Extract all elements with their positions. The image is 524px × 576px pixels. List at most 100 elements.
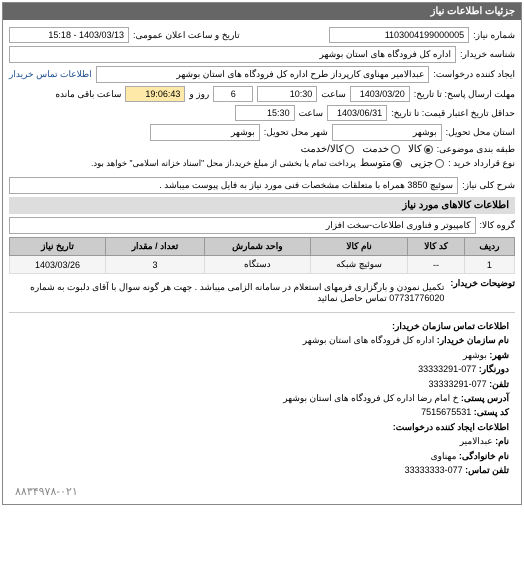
radio-partial[interactable]: جزیی — [410, 158, 444, 169]
delivery-prov-label: استان محل تحویل: — [446, 127, 515, 138]
desc: سوئیچ 3850 همراه با متعلقات مشخصات فنی م… — [9, 177, 458, 194]
deadline-label: مهلت ارسال پاسخ: تا تاریخ: — [414, 89, 515, 100]
td-1: -- — [408, 256, 465, 274]
fax: 077-33333291 — [418, 364, 476, 374]
deadline-date: 1403/03/20 — [350, 86, 410, 102]
radio-both[interactable]: کالا/خدمت — [301, 144, 355, 155]
pub-dt: 1403/03/13 - 15:18 — [9, 27, 129, 43]
city-label: شهر: — [489, 350, 509, 360]
radio-dot-icon — [345, 145, 354, 154]
delivery-city: بوشهر — [150, 124, 260, 141]
row-need-no: شماره نیاز: 1103004199000005 تاریخ و ساع… — [9, 27, 515, 43]
pub-dt-label: تاریخ و ساعت اعلان عمومی: — [133, 30, 240, 41]
pay-note: پرداخت تمام یا بخشی از مبلغ خرید،از محل … — [91, 158, 356, 169]
td-3: دستگاه — [204, 256, 310, 274]
row-budget-type: طبقه بندی موضوعی: کالا خدمت کالا/خدمت — [9, 144, 515, 155]
td-0: 1 — [464, 256, 514, 274]
deadline-time: 10:30 — [257, 86, 317, 102]
contact-phone: 077-33333333 — [405, 465, 463, 475]
tel-label: تلفن: — [489, 379, 509, 389]
goods-group: کامپیوتر و فناوری اطلاعات-سخت افزار — [9, 217, 476, 234]
td-5: 1403/03/26 — [10, 256, 106, 274]
remain-time-label: ساعت باقی مانده — [55, 89, 121, 100]
radio-service[interactable]: خدمت — [362, 144, 400, 155]
radio-dot-icon — [393, 159, 402, 168]
row-buyer-note: توضیحات خریدار: تکمیل نمودن و بارگزاری ف… — [9, 278, 515, 308]
zip: 7515675531 — [421, 407, 471, 417]
row-goods-group: گروه کالا: کامپیوتر و فناوری اطلاعات-سخت… — [9, 217, 515, 234]
radio-both-label: کالا/خدمت — [301, 144, 344, 155]
validity-date: 1403/06/31 — [327, 105, 387, 121]
org: اداره کل فرودگاه های استان بوشهر — [303, 335, 435, 345]
main-panel: جزئیات اطلاعات نیاز شماره نیاز: 11030041… — [2, 2, 522, 505]
fax-label: دورنگار: — [479, 364, 509, 374]
th-5: تاریخ نیاز — [10, 238, 106, 256]
th-1: کد کالا — [408, 238, 465, 256]
th-2: نام کالا — [310, 238, 407, 256]
row-validity: حداقل تاریخ اعتبار قیمت: تا تاریخ: 1403/… — [9, 105, 515, 121]
addr-label: آدرس پستی: — [461, 393, 509, 403]
row-pay-type: نوع قرارداد خرید : جزیی متوسط پرداخت تما… — [9, 158, 515, 169]
td-2: سوئیچ شبکه — [310, 256, 407, 274]
need-no: 1103004199000005 — [329, 27, 469, 43]
pay-type-label: نوع قرارداد خرید : — [448, 158, 515, 169]
row-desc: شرح کلی نیاز: سوئیچ 3850 همراه با متعلقا… — [9, 177, 515, 194]
buyer: اداره کل فرودگاه های استان بوشهر — [9, 46, 456, 63]
buyer-note-label: توضیحات خریدار: — [450, 278, 515, 289]
tel: 077-33333291 — [429, 379, 487, 389]
buyer-label: شناسه خریدار: — [460, 49, 515, 60]
radio-partial-label: جزیی — [410, 158, 433, 169]
contact-name: عبدالامیر — [460, 436, 493, 446]
contact-section-title: اطلاعات تماس سازمان خریدار: — [392, 321, 509, 331]
creator: عبدالامیر مهناوی کارپرداز طرح اداره کل ف… — [96, 66, 430, 83]
radio-goods-label: کالا — [408, 144, 422, 155]
city: بوشهر — [463, 350, 487, 360]
goods-table: ردیف کد کالا نام کالا واحد شمارش تعداد /… — [9, 237, 515, 274]
time-label-1: ساعت — [321, 89, 346, 100]
validity-time: 15:30 — [235, 105, 295, 121]
phone-label: تلفن تماس: — [465, 465, 509, 475]
panel-title: جزئیات اطلاعات نیاز — [3, 3, 521, 20]
delivery-prov: بوشهر — [332, 124, 442, 141]
radio-medium-label: متوسط — [360, 158, 391, 169]
name-label: نام: — [495, 436, 509, 446]
radio-service-label: خدمت — [362, 144, 389, 155]
delivery-city-label: شهر محل تحویل: — [264, 127, 328, 138]
th-0: ردیف — [464, 238, 514, 256]
remain-days: 6 — [213, 86, 253, 102]
row-delivery: استان محل تحویل: بوشهر شهر محل تحویل: بو… — [9, 124, 515, 141]
panel-body: شماره نیاز: 1103004199000005 تاریخ و ساع… — [3, 20, 521, 504]
goods-section-title: اطلاعات کالاهای مورد نیاز — [9, 197, 515, 214]
validity-label: حداقل تاریخ اعتبار قیمت: تا تاریخ: — [391, 108, 515, 119]
time-label-2: ساعت — [299, 108, 324, 119]
pay-radio-group: جزیی متوسط — [360, 158, 444, 169]
remain-days-label: روز و — [189, 89, 209, 100]
th-3: واحد شمارش — [204, 238, 310, 256]
footer-phone: ۸۸۳۴۹۷۸-۰۲۱ — [9, 483, 515, 500]
need-no-label: شماره نیاز: — [473, 30, 515, 41]
goods-group-label: گروه کالا: — [480, 220, 515, 231]
budget-type-label: طبقه بندی موضوعی: — [437, 144, 515, 155]
row-creator: ایجاد کننده درخواست: عبدالامیر مهناوی کا… — [9, 66, 515, 83]
radio-medium[interactable]: متوسط — [360, 158, 402, 169]
addr: خ امام رضا اداره کل فرودگاه های استان بو… — [283, 393, 458, 403]
radio-dot-icon — [424, 145, 433, 154]
buyer-note: تکمیل نمودن و بارگزاری فرمهای استعلام در… — [9, 278, 446, 308]
creator-label: ایجاد کننده درخواست: — [433, 69, 515, 80]
desc-label: شرح کلی نیاز: — [462, 180, 515, 191]
creator-contact-link[interactable]: اطلاعات تماس خریدار — [9, 69, 92, 80]
table-row: 1 -- سوئیچ شبکه دستگاه 3 1403/03/26 — [10, 256, 515, 274]
budget-radio-group: کالا خدمت کالا/خدمت — [301, 144, 433, 155]
contact-family: مهناوی — [431, 451, 457, 461]
row-deadline: مهلت ارسال پاسخ: تا تاریخ: 1403/03/20 سا… — [9, 86, 515, 102]
th-4: تعداد / مقدار — [106, 238, 205, 256]
contact-block: اطلاعات تماس سازمان خریدار: نام سازمان خ… — [9, 312, 515, 483]
family-label: نام خانوادگی: — [459, 451, 509, 461]
td-4: 3 — [106, 256, 205, 274]
remain-time: 19:06:43 — [125, 86, 185, 102]
zip-label: کد پستی: — [474, 407, 509, 417]
table-header-row: ردیف کد کالا نام کالا واحد شمارش تعداد /… — [10, 238, 515, 256]
radio-dot-icon — [391, 145, 400, 154]
creator-section-title: اطلاعات ایجاد کننده درخواست: — [393, 422, 509, 432]
radio-goods[interactable]: کالا — [408, 144, 433, 155]
